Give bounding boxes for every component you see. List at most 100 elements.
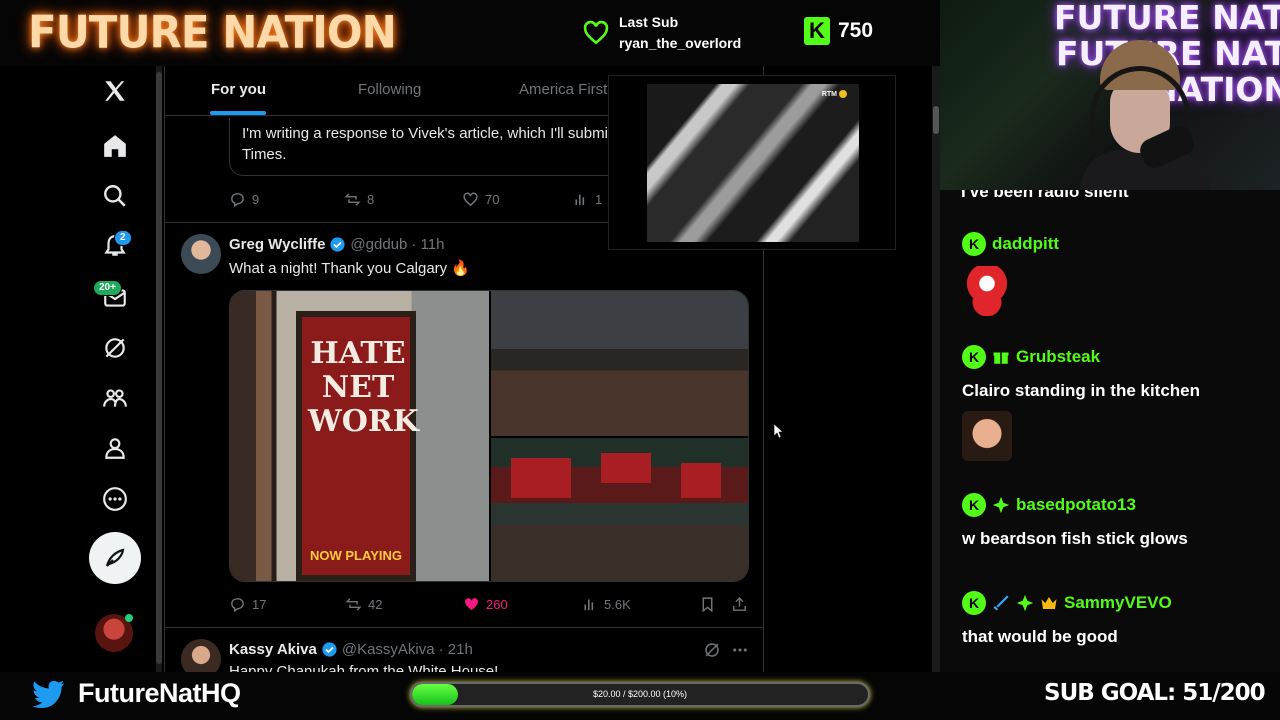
- kick-count-value: 750: [838, 19, 874, 42]
- tweet-author-name[interactable]: Kassy Akiva: [229, 641, 317, 658]
- media-photo-poster[interactable]: HATE NET WORK NOW PLAYING: [230, 291, 489, 581]
- chat-message-text: that would be good: [962, 627, 1118, 646]
- online-dot: [125, 614, 133, 622]
- home-icon[interactable]: [100, 131, 130, 161]
- verified-badge-icon: [322, 642, 337, 657]
- more-icon[interactable]: [731, 641, 749, 659]
- chat-message: Kdaddpitt: [962, 232, 1059, 316]
- donation-goal-text: $20.00 / $200.00 (10%): [592, 689, 688, 699]
- reply-button[interactable]: 9: [229, 191, 344, 208]
- kick-badge-icon: K: [962, 345, 986, 369]
- share-button[interactable]: [731, 596, 748, 613]
- last-sub-widget: Last Sub ryan_the_overlord: [583, 12, 741, 54]
- notifications-badge: 2: [114, 230, 132, 246]
- webcam-feed: FUTURE NATION FUTURE NATION NATION: [940, 0, 1280, 190]
- chat-username[interactable]: SammyVEVO: [1064, 593, 1172, 613]
- chat-username[interactable]: Grubsteak: [1016, 347, 1100, 367]
- gift-badge-icon: [993, 352, 1009, 364]
- like-button[interactable]: 70: [462, 191, 572, 208]
- views-icon: [584, 599, 594, 611]
- tweet-time[interactable]: · 21h: [439, 641, 473, 658]
- stream-chat: I've been radio silent Kdaddpitt K Grubs…: [940, 190, 1280, 672]
- tab-america-first[interactable]: America First: [519, 81, 607, 98]
- like-count: 70: [485, 192, 500, 207]
- heart-icon: [583, 20, 609, 45]
- video-channel-logo: RTM: [822, 90, 847, 98]
- tweet-avatar-kassy[interactable]: [181, 639, 221, 672]
- crown-badge-icon: [1041, 597, 1057, 609]
- last-sub-user: ryan_the_overlord: [619, 35, 742, 51]
- views-count: 5.6K: [604, 597, 631, 612]
- like-icon-filled: [465, 598, 478, 611]
- more-icon[interactable]: [100, 484, 130, 514]
- twitter-handle: FutureNatHQ: [78, 678, 241, 708]
- reply-icon: [231, 598, 244, 613]
- chat-message: K Grubsteak Clairo standing in the kitch…: [962, 345, 1200, 461]
- chat-username[interactable]: daddpitt: [992, 234, 1059, 254]
- tweet-media-grid[interactable]: HATE NET WORK NOW PLAYING: [229, 290, 749, 582]
- x-logo-icon[interactable]: [100, 76, 130, 106]
- chat-username[interactable]: basedpotato13: [1016, 495, 1136, 515]
- chat-message-text: w beardson fish stick glows: [962, 529, 1188, 548]
- like-icon: [463, 192, 478, 207]
- tweet-author-handle[interactable]: @gddub: [350, 236, 407, 253]
- repost-count: 42: [368, 597, 383, 612]
- bookmark-button[interactable]: [699, 596, 731, 613]
- stream-top-bar: FUTURE NATION Last Sub ryan_the_overlord…: [0, 0, 940, 66]
- kick-badge-icon: K: [962, 591, 986, 615]
- chat-message: K SammyVEVO that would be good: [962, 591, 1172, 647]
- kick-badge-icon: K: [962, 493, 986, 517]
- tweet-time[interactable]: · 11h: [411, 236, 444, 253]
- sword-badge-icon: [993, 595, 1009, 611]
- search-icon[interactable]: [100, 181, 130, 211]
- tweet-avatar-greg[interactable]: [181, 234, 221, 274]
- like-button-liked[interactable]: 260: [463, 596, 581, 613]
- tweet-author-name[interactable]: Greg Wycliffe: [229, 236, 325, 253]
- post-button[interactable]: [89, 532, 141, 584]
- tweet-actions: 17 42 260 5.6K: [229, 596, 748, 613]
- messages-badge: 20+: [93, 280, 122, 296]
- active-tab-indicator: [210, 111, 266, 115]
- communities-icon[interactable]: [100, 383, 130, 413]
- tweet-header: Greg Wycliffe @gddub · 11h: [229, 236, 444, 253]
- views-button[interactable]: 5.6K: [581, 596, 699, 613]
- repost-button[interactable]: 8: [344, 191, 462, 208]
- donation-goal-bar: $20.00 / $200.00 (10%): [410, 682, 870, 707]
- tab-following[interactable]: Following: [358, 81, 421, 98]
- left-scrollbar[interactable]: [156, 66, 162, 672]
- santa-emote: [962, 266, 1012, 316]
- reply-count: 17: [252, 597, 267, 612]
- left-scrollbar-thumb[interactable]: [156, 72, 162, 664]
- post-icon: [105, 548, 125, 567]
- media-photo-audience[interactable]: [491, 438, 748, 581]
- media-photo-panel[interactable]: [491, 291, 748, 436]
- twitter-bird-icon: [32, 680, 65, 708]
- tweet-author-handle[interactable]: @KassyAkiva: [342, 641, 435, 658]
- floating-video-player[interactable]: RTM: [608, 75, 896, 250]
- grok-icon[interactable]: [703, 641, 721, 659]
- repost-button[interactable]: 42: [345, 596, 463, 613]
- share-icon: [733, 597, 746, 611]
- page-scrollbar[interactable]: [932, 66, 940, 672]
- views-button[interactable]: 1: [572, 191, 602, 208]
- tweet-actions: 9 8 70 1: [229, 191, 602, 208]
- reply-button[interactable]: 17: [229, 596, 345, 613]
- tweet-text: What a night! Thank you Calgary 🔥: [229, 260, 471, 277]
- mouse-cursor-icon: [774, 424, 784, 438]
- diamond-badge-icon: [1016, 594, 1034, 612]
- video-frame: [647, 84, 859, 242]
- poster-tag: NOW PLAYING: [310, 548, 402, 563]
- reply-count: 9: [252, 192, 260, 207]
- grok-icon[interactable]: [100, 333, 130, 363]
- tweet-text: Happy Chanukah from the White House!: [229, 663, 499, 672]
- stream-bottom-bar: FutureNatHQ $20.00 / $200.00 (10%) SUB G…: [0, 672, 1280, 720]
- verified-badge-icon: [330, 237, 346, 252]
- repost-icon: [344, 193, 361, 206]
- page-scrollbar-thumb[interactable]: [933, 106, 939, 134]
- last-sub-label: Last Sub: [619, 14, 679, 30]
- tab-for-you[interactable]: For you: [211, 81, 266, 98]
- profile-icon[interactable]: [100, 433, 130, 463]
- kick-badge-icon: K: [962, 232, 986, 256]
- account-avatar[interactable]: [95, 614, 133, 652]
- bookmark-icon: [702, 597, 713, 613]
